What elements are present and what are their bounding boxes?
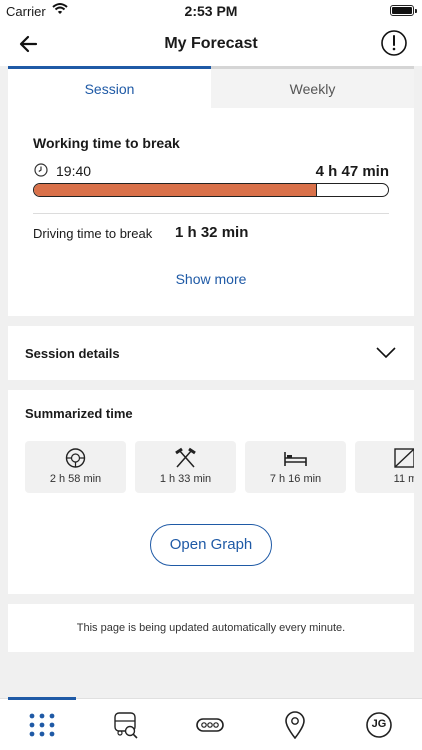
summary-tile-work[interactable]: 1 h 33 min	[135, 441, 236, 493]
summary-value-work: 1 h 33 min	[159, 473, 212, 485]
grid-dots-icon[interactable]	[27, 711, 57, 739]
working-remaining: 4 h 47 min	[315, 163, 389, 180]
bed-icon	[284, 452, 307, 466]
working-time-label: Working time to break	[33, 135, 180, 151]
summarized-time-label: Summarized time	[25, 406, 133, 421]
tab-session[interactable]: Session	[8, 66, 211, 108]
working-progress-bar	[33, 183, 389, 197]
avatar-icon[interactable]: JG	[364, 711, 394, 739]
summary-tiles: 2 h 58 min 1 h 33 min 7 h 16 min 11 m	[25, 441, 414, 493]
summary-tile-driving[interactable]: 2 h 58 min	[25, 441, 126, 493]
divider	[33, 213, 389, 214]
open-graph-button[interactable]: Open Graph	[150, 524, 272, 566]
summary-tile-other[interactable]: 11 m	[355, 441, 414, 493]
crossed-hammers-icon	[175, 447, 196, 468]
tab-weekly[interactable]: Weekly	[211, 66, 414, 108]
active-tab-indicator	[8, 697, 76, 700]
slash-square-icon	[394, 448, 414, 468]
auto-update-note: This page is being updated automatically…	[76, 622, 346, 634]
location-pin-icon[interactable]	[280, 711, 310, 739]
clock-time: 2:53 PM	[184, 3, 238, 19]
show-more-link[interactable]: Show more	[8, 271, 414, 287]
status-bar: Carrier 2:53 PM	[0, 0, 422, 22]
summary-tile-rest[interactable]: 7 h 16 min	[245, 441, 346, 493]
driving-time-label: Driving time to break	[33, 226, 153, 241]
chevron-down-icon	[376, 347, 396, 359]
forecast-tabs: Session Weekly	[8, 66, 414, 108]
session-details-label: Session details	[25, 346, 120, 361]
driving-time-value: 1 h 32 min	[175, 224, 249, 241]
page-title: My Forecast	[164, 35, 258, 52]
working-start-time: 19:40	[56, 163, 92, 179]
summary-value-driving: 2 h 58 min	[49, 473, 102, 485]
auto-update-card: This page is being updated automatically…	[8, 604, 414, 652]
tachograph-icon[interactable]	[195, 711, 225, 739]
clock-icon	[34, 163, 48, 177]
summary-value-rest: 7 h 16 min	[269, 473, 322, 485]
truck-search-icon[interactable]	[111, 711, 141, 739]
navigation-bar: My Forecast	[0, 22, 422, 66]
break-forecast-card: Working time to break 19:40 4 h 47 min D…	[8, 108, 414, 316]
steering-wheel-icon	[65, 448, 86, 468]
bottom-tab-bar: JG	[0, 697, 422, 750]
working-progress-fill	[34, 184, 318, 196]
session-details-row[interactable]: Session details	[8, 326, 414, 380]
summary-value-other: 11 m	[393, 473, 414, 485]
info-circle-icon[interactable]	[380, 29, 408, 57]
summarized-time-card: Summarized time 2 h 58 min 1 h 33 min 7 …	[8, 390, 414, 594]
avatar-initials: JG	[371, 718, 387, 730]
battery-icon	[390, 5, 417, 16]
